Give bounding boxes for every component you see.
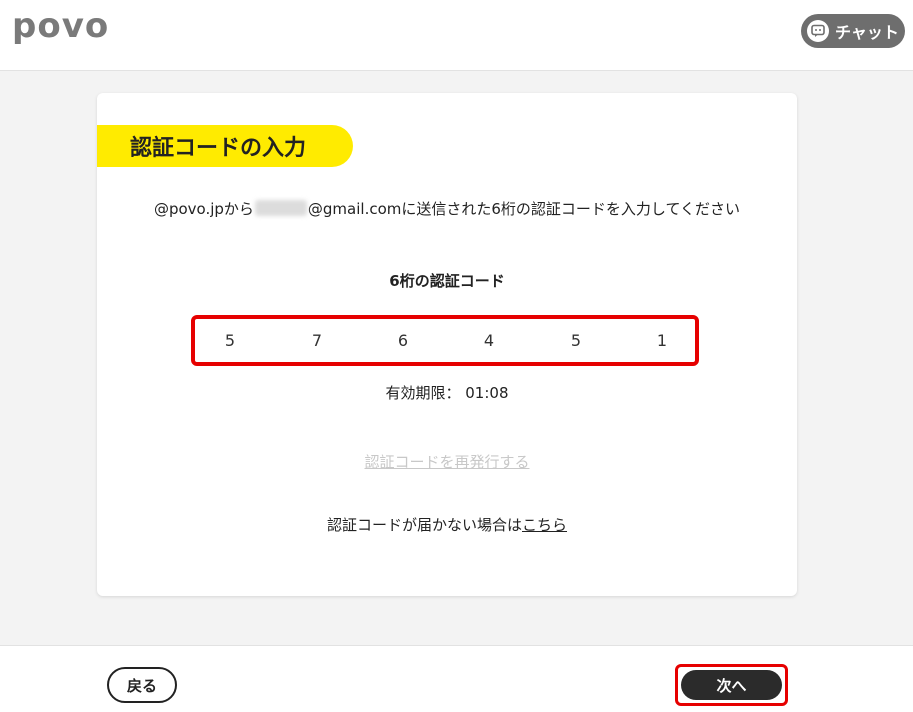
next-button-highlight: 次へ	[675, 664, 788, 706]
instruction-suffix: @gmail.comに送信された6桁の認証コードを入力してください	[307, 200, 741, 218]
code-digit-2[interactable]: 7	[307, 331, 327, 350]
code-input-group[interactable]: 5 7 6 4 5 1	[191, 315, 699, 366]
help-prefix: 認証コードが届かない場合は	[326, 516, 522, 534]
expiry-timer: 有効期限： 01:08	[385, 384, 509, 402]
resend-code-link[interactable]: 認証コードを再発行する	[97, 451, 797, 472]
next-button[interactable]: 次へ	[681, 670, 782, 700]
redacted-email	[254, 200, 307, 216]
chat-icon	[807, 20, 829, 42]
header: povo チャット	[0, 0, 913, 71]
verification-card: 認証コードの入力 @povo.jpから @gmail.comに送信された6桁の認証…	[97, 93, 797, 596]
instruction-text: @povo.jpから @gmail.comに送信された6桁の認証コードを入力してく…	[97, 198, 797, 219]
code-digit-3[interactable]: 6	[393, 331, 413, 350]
help-link[interactable]: こちら	[522, 516, 567, 534]
code-digit-4[interactable]: 4	[479, 331, 499, 350]
instruction-prefix: @povo.jpから	[153, 200, 254, 218]
page-title: 認証コードの入力	[97, 125, 353, 167]
povo-logo[interactable]: povo	[12, 6, 109, 46]
back-button[interactable]: 戻る	[107, 667, 177, 703]
code-digit-6[interactable]: 1	[652, 331, 672, 350]
footer: 戻る 次へ	[0, 645, 913, 712]
code-digit-5[interactable]: 5	[566, 331, 586, 350]
code-label: 6桁の認証コード	[389, 272, 505, 290]
help-text: 認証コードが届かない場合はこちら	[97, 514, 797, 535]
code-digit-1[interactable]: 5	[220, 331, 240, 350]
chat-button[interactable]: チャット	[801, 14, 905, 48]
chat-label: チャット	[835, 23, 899, 42]
